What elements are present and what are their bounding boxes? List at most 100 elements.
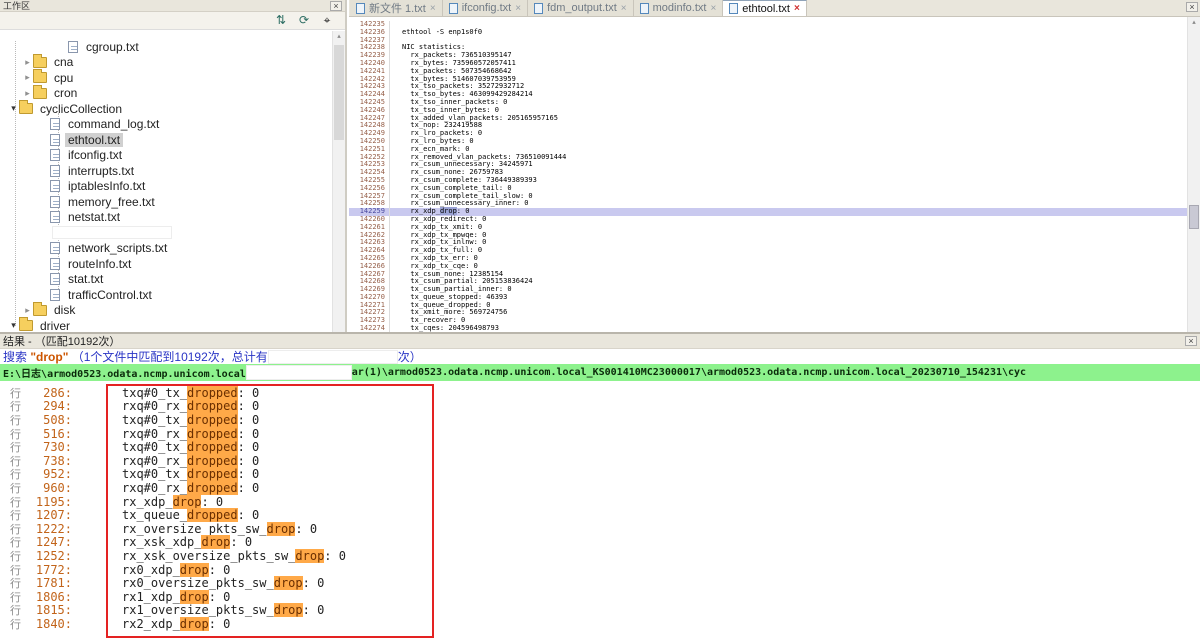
tree-item-label: cna [51, 55, 76, 69]
tree-item-cpu[interactable]: ▸cpu [0, 70, 332, 86]
expand-arrow-icon[interactable]: ▸ [22, 57, 33, 68]
result-file-path[interactable]: E:\日志\armod0523.odata.ncmp.unicom.locala… [0, 364, 1200, 381]
tab-close-icon[interactable]: × [621, 3, 627, 14]
sync-folder-icon[interactable]: ⇅ [273, 13, 289, 28]
tree-item-driver[interactable]: ▾driver [0, 318, 332, 332]
row-line-number: 1247: [26, 535, 72, 549]
tab-close-icon[interactable]: × [515, 3, 521, 14]
editor-tab-fdm-output-txt[interactable]: fdm_output.txt× [528, 0, 634, 16]
editor-line[interactable]: 142272 tx_xmit_more: 569724756 [349, 309, 1187, 317]
tree-item-redacted[interactable] [0, 225, 332, 241]
editor-tab-ifconfig-txt[interactable]: ifconfig.txt× [443, 0, 528, 16]
tab-close-icon[interactable]: × [430, 3, 436, 14]
result-row[interactable]: 行1195:rx_xdp_drop: 0 [0, 495, 1200, 509]
result-row[interactable]: 行1815:rx1_oversize_pkts_sw_drop: 0 [0, 604, 1200, 618]
tree-item-ifconfig-txt[interactable]: ifconfig.txt [0, 148, 332, 164]
editor-tab-1-txt[interactable]: 新文件 1.txt × [350, 0, 443, 16]
scrollbar-thumb[interactable] [1189, 205, 1199, 229]
tree-item-routeinfo-txt[interactable]: routeInfo.txt [0, 256, 332, 272]
result-row[interactable]: 行516:rxq#0_rx_dropped: 0 [0, 427, 1200, 441]
tree-item-cna[interactable]: ▸ cna [0, 55, 332, 71]
line-text: rx_xdp_tx_mpwqe: 0 [389, 232, 1187, 240]
search-results-panel: 结果 - （匹配10192次） × 搜索 "drop" （1个文件中匹配到101… [0, 332, 1200, 640]
tab-close-icon[interactable]: × [794, 3, 800, 14]
workspace-close-button[interactable]: × [330, 1, 342, 11]
tree-item-netstat-txt[interactable]: netstat.txt [0, 210, 332, 226]
match-highlight: drop [274, 576, 303, 590]
editor-line[interactable]: 142237 [349, 37, 1187, 45]
workspace-title: 工作区 [3, 0, 30, 12]
tree-item-label: stat.txt [65, 272, 106, 286]
match-highlight: dropped [187, 413, 238, 427]
line-text: tx_tso_bytes: 463099429284214 [389, 91, 1187, 99]
tab-label: 新文件 1.txt [369, 0, 426, 16]
tree-item-cgroup-txt[interactable]: cgroup.txt [0, 39, 332, 55]
editor-line[interactable]: 142249 rx_lro_packets: 0 [349, 130, 1187, 138]
match-highlight: drop [173, 495, 202, 509]
expand-arrow-icon[interactable]: ▸ [22, 72, 33, 83]
tree-item-memory-free-txt[interactable]: memory_free.txt [0, 194, 332, 210]
editor-line[interactable]: 142236ethtool -S enp1s0f0 [349, 29, 1187, 37]
scrollbar-thumb[interactable] [334, 45, 344, 140]
line-text: tx_nop: 232419588 [389, 122, 1187, 130]
tab-label: ethtool.txt [742, 3, 790, 15]
tree-item-network-scripts-txt[interactable]: network_scripts.txt [0, 241, 332, 257]
result-row[interactable]: 行960:rxq#0_rx_dropped: 0 [0, 481, 1200, 495]
result-row[interactable]: 行286:txq#0_tx_dropped: 0 [0, 386, 1200, 400]
result-row[interactable]: 行294:rxq#0_rx_dropped: 0 [0, 400, 1200, 414]
tree-item-command-log-txt[interactable]: command_log.txt [0, 117, 332, 133]
editor-line[interactable]: 142274 tx_cqes: 204596498793 [349, 325, 1187, 332]
result-row[interactable]: 行1222:rx_oversize_pkts_sw_drop: 0 [0, 522, 1200, 536]
scroll-up-icon[interactable]: ▴ [1188, 17, 1200, 29]
line-text: tx_csum_partial_inner: 0 [389, 286, 1187, 294]
tree-item-label: command_log.txt [65, 117, 162, 131]
line-text: tx_xmit_more: 569724756 [389, 309, 1187, 317]
locate-file-icon[interactable]: ⌖ [319, 13, 335, 28]
results-close-button[interactable]: × [1185, 336, 1197, 346]
result-row[interactable]: 行1247:rx_xsk_xdp_drop: 0 [0, 536, 1200, 550]
collapse-arrow-icon[interactable]: ▾ [8, 320, 19, 331]
editor-line[interactable]: 142250 rx_lro_bytes: 0 [349, 138, 1187, 146]
editor-line[interactable]: 142258 rx_csum_unnecessary_inner: 0 [349, 200, 1187, 208]
redaction-patch [246, 365, 352, 380]
editor-text-area[interactable]: 142235142236ethtool -S enp1s0f0142237142… [349, 17, 1187, 332]
editor-scrollbar[interactable]: ▴ [1187, 17, 1200, 332]
folder-icon [19, 103, 33, 114]
result-row[interactable]: 行1781:rx0_oversize_pkts_sw_drop: 0 [0, 576, 1200, 590]
tree-item-cycliccollection[interactable]: ▾ cyclicCollection [0, 101, 332, 117]
tree-item-label: network_scripts.txt [65, 241, 170, 255]
row-content: rxq#0_rx_dropped: 0 [122, 454, 259, 468]
tree-item-disk[interactable]: ▸disk [0, 303, 332, 319]
tree-item-interrupts-txt[interactable]: interrupts.txt [0, 163, 332, 179]
collapse-arrow-icon[interactable]: ▾ [8, 103, 19, 114]
tabbar-close-button[interactable]: × [1186, 2, 1198, 12]
result-row[interactable]: 行952:txq#0_tx_dropped: 0 [0, 468, 1200, 482]
result-row[interactable]: 行738:rxq#0_rx_dropped: 0 [0, 454, 1200, 468]
result-row[interactable]: 行1806:rx1_xdp_drop: 0 [0, 590, 1200, 604]
tree-item-iptablesinfo-txt[interactable]: iptablesInfo.txt [0, 179, 332, 195]
tree-item-ethtool-txt[interactable]: ethtool.txt [0, 132, 332, 148]
editor-tab-ethtool-txt[interactable]: ethtool.txt × [723, 0, 807, 16]
result-row[interactable]: 行1840:rx2_xdp_drop: 0 [0, 617, 1200, 631]
tree-item-stat-txt[interactable]: stat.txt [0, 272, 332, 288]
tree-item-label: cyclicCollection [37, 102, 125, 116]
refresh-icon[interactable]: ⟳ [296, 13, 312, 28]
tab-close-icon[interactable]: × [710, 3, 716, 14]
search-summary: 搜索 "drop" （1个文件中匹配到10192次，总计有次） [0, 349, 1200, 364]
tree-item-trafficcontrol-txt[interactable]: trafficControl.txt [0, 287, 332, 303]
expand-arrow-icon[interactable]: ▸ [22, 88, 33, 99]
result-row[interactable]: 行1772:rx0_xdp_drop: 0 [0, 563, 1200, 577]
match-highlight: dropped [187, 481, 238, 495]
editor-tab-modinfo-txt[interactable]: modinfo.txt× [634, 0, 724, 16]
result-row[interactable]: 行730:txq#0_tx_dropped: 0 [0, 440, 1200, 454]
workspace-scrollbar[interactable]: ▴ [332, 31, 345, 332]
result-row[interactable]: 行1207:tx_queue_dropped: 0 [0, 508, 1200, 522]
expand-arrow-icon[interactable]: ▸ [22, 305, 33, 316]
result-row[interactable]: 行1252:rx_xsk_oversize_pkts_sw_drop: 0 [0, 549, 1200, 563]
result-row[interactable]: 行508:txq#0_tx_dropped: 0 [0, 413, 1200, 427]
tree-item-cron[interactable]: ▸cron [0, 86, 332, 102]
scroll-up-icon[interactable]: ▴ [333, 31, 345, 43]
tree-item-label: ifconfig.txt [65, 148, 125, 162]
document-icon [729, 3, 738, 14]
line-text: rx_xdp_tx_err: 0 [389, 255, 1187, 263]
